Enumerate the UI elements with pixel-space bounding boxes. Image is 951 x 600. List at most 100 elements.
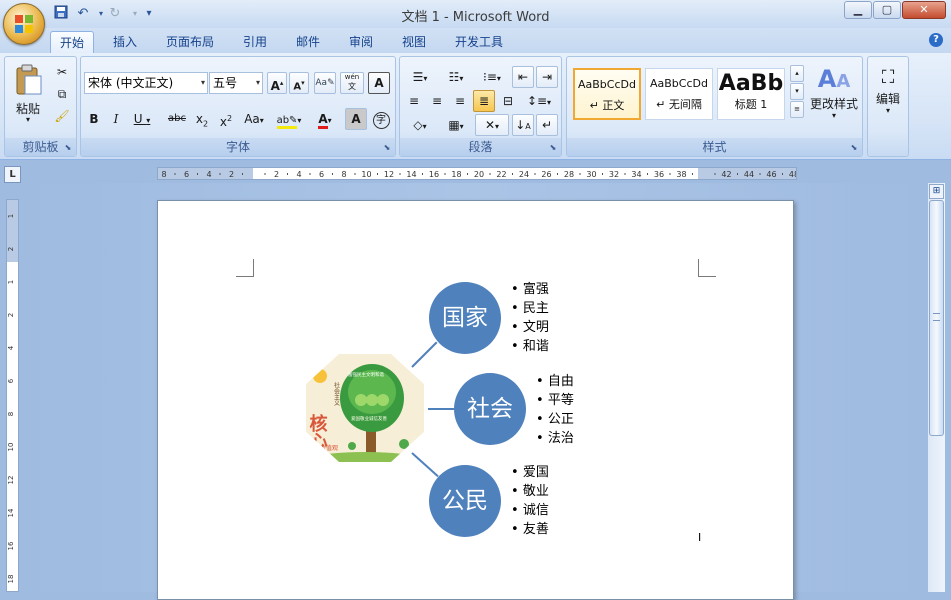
node-country[interactable]: 国家 — [429, 282, 501, 354]
styles-group-label: 样式 — [567, 138, 862, 156]
copy-icon[interactable]: ⧉ — [51, 83, 73, 105]
paste-icon — [13, 64, 43, 96]
change-styles-button[interactable]: AA 更改样式 ▾ — [807, 63, 861, 131]
styles-scroll-up-icon[interactable]: ▴ — [790, 65, 804, 82]
paste-dropdown-icon[interactable]: ▾ — [10, 116, 46, 124]
list-item: 诚信 — [511, 501, 549, 520]
font-name-select[interactable]: 宋体 (中文正文)▾ — [84, 72, 208, 94]
increase-indent-icon[interactable]: ⇥ — [536, 66, 558, 88]
tab-page-layout[interactable]: 页面布局 — [157, 31, 223, 53]
style-no-spacing-sample: AaBbCcDd — [646, 77, 712, 90]
paragraph-launcher-icon[interactable]: ⬊ — [548, 143, 558, 153]
shrink-font-icon[interactable]: A▾ — [289, 72, 309, 94]
ruler-tick-label: 10 — [361, 170, 371, 179]
font-color-icon[interactable]: A▾ — [309, 108, 341, 130]
list-item: 爱国 — [511, 463, 549, 482]
styles-more-icon[interactable]: ≡ — [790, 101, 804, 118]
editing-button[interactable]: ⛶ 编辑 ▾ — [870, 63, 906, 131]
grow-font-icon[interactable]: A▴ — [267, 72, 287, 94]
ribbon: 粘贴 ▾ ✂ ⧉ 🖌 剪贴板 ⬊ 宋体 (中文正文)▾ 五号▾ A▴ A▾ Aa… — [0, 53, 951, 160]
borders-icon[interactable]: ▦▾ — [439, 114, 473, 136]
node-society[interactable]: 社会 — [454, 373, 526, 445]
title-bar: ↶ ▾ ↻ ▾ ▾ 文档 1 - Microsoft Word ▁ ▢ ✕ — [0, 0, 951, 28]
tab-selector-icon[interactable]: L — [4, 166, 21, 183]
justify-icon[interactable]: ≣ — [473, 90, 495, 112]
font-size-select[interactable]: 五号▾ — [209, 72, 263, 94]
phonetic-guide-icon[interactable]: wén文 — [340, 72, 364, 94]
editing-label: 编辑 — [871, 92, 905, 106]
styles-launcher-icon[interactable]: ⬊ — [849, 143, 859, 153]
sort-icon[interactable]: ↓A — [512, 114, 534, 136]
tab-references[interactable]: 引用 — [234, 31, 276, 53]
node-citizen[interactable]: 公民 — [429, 465, 501, 537]
change-case-icon[interactable]: Aa▾ — [239, 108, 269, 130]
connector-line-middle — [428, 408, 454, 410]
paste-button[interactable]: 粘贴 ▾ — [9, 61, 47, 129]
style-no-spacing[interactable]: AaBbCcDd ↵ 无间隔 — [645, 68, 713, 120]
multilevel-list-icon[interactable]: ⁝≡▾ — [475, 66, 509, 88]
list-item: 自由 — [536, 372, 574, 391]
styles-group: AaBbCcDd ↵ 正文 AaBbCcDd ↵ 无间隔 AaBb 标题 1 ▴… — [566, 56, 863, 157]
tab-home[interactable]: 开始 — [50, 31, 94, 53]
align-center-icon[interactable]: ≡ — [426, 90, 448, 112]
align-right-icon[interactable]: ≡ — [449, 90, 471, 112]
underline-icon[interactable]: U ▾ — [128, 108, 156, 130]
format-painter-icon[interactable]: 🖌 — [51, 105, 73, 127]
align-left-icon[interactable]: ≡ — [403, 90, 425, 112]
help-icon[interactable]: ? — [929, 33, 943, 47]
decrease-indent-icon[interactable]: ⇤ — [512, 66, 534, 88]
style-no-spacing-name: ↵ 无间隔 — [646, 96, 712, 112]
ruler-tick-label: 14 — [406, 170, 416, 179]
bullets-citizen: 爱国 敬业 诚信 友善 — [511, 463, 549, 539]
image-tree-top-text: 富强民主文明和谐 — [348, 371, 384, 378]
vertical-ruler[interactable]: 12124681012141618 — [6, 199, 19, 592]
horizontal-ruler-ticks: 8642246810121416182022242628303234363842… — [158, 168, 796, 179]
maximize-button[interactable]: ▢ — [873, 1, 901, 19]
superscript-icon[interactable]: x2 — [215, 108, 237, 130]
tab-insert[interactable]: 插入 — [104, 31, 146, 53]
show-marks-icon[interactable]: ↵ — [536, 114, 558, 136]
tab-review[interactable]: 审阅 — [340, 31, 382, 53]
style-normal[interactable]: AaBbCcDd ↵ 正文 — [573, 68, 641, 120]
enclose-characters-icon[interactable]: 字 — [370, 108, 392, 130]
style-normal-name: ↵ 正文 — [575, 97, 639, 113]
ruler-toggle-icon[interactable]: ⊞ — [929, 184, 944, 199]
ruler-tick-label: 14 — [7, 508, 15, 517]
tab-view[interactable]: 视图 — [393, 31, 435, 53]
subscript-icon[interactable]: x2 — [191, 108, 213, 130]
cut-icon[interactable]: ✂ — [51, 61, 73, 83]
character-shading-icon[interactable]: A — [345, 108, 367, 130]
clipboard-launcher-icon[interactable]: ⬊ — [63, 143, 73, 153]
scrollbar-thumb[interactable] — [929, 200, 944, 436]
bold-icon[interactable]: B — [84, 108, 104, 130]
ruler-tick-label: 1 — [7, 214, 15, 218]
tab-mailings[interactable]: 邮件 — [287, 31, 329, 53]
strikethrough-icon[interactable]: abc — [165, 108, 189, 130]
ruler-tick-label: 42 — [721, 170, 731, 179]
margin-mark-top-right — [698, 259, 716, 277]
character-border-icon[interactable]: A — [368, 72, 390, 94]
line-spacing-icon[interactable]: ↕≡▾ — [522, 90, 556, 112]
clear-formatting-icon[interactable]: Aa✎ — [314, 72, 336, 94]
tab-developer[interactable]: 开发工具 — [446, 31, 512, 53]
editing-dropdown-icon[interactable]: ▾ — [871, 106, 905, 116]
close-button[interactable]: ✕ — [902, 1, 946, 19]
style-heading-1[interactable]: AaBb 标题 1 — [717, 68, 785, 120]
chinese-layout-icon[interactable]: ✕▾ — [475, 114, 509, 136]
highlight-icon[interactable]: ab✎▾ — [273, 108, 305, 130]
ruler-tick-label: 4 — [296, 170, 301, 179]
font-launcher-icon[interactable]: ⬊ — [382, 143, 392, 153]
change-styles-dropdown-icon[interactable]: ▾ — [808, 111, 860, 121]
horizontal-ruler[interactable]: 8642246810121416182022242628303234363842… — [157, 167, 797, 180]
minimize-button[interactable]: ▁ — [844, 1, 872, 19]
distributed-icon[interactable]: ⊟ — [497, 90, 519, 112]
office-button[interactable] — [3, 3, 45, 45]
styles-scroll-down-icon[interactable]: ▾ — [790, 83, 804, 100]
italic-icon[interactable]: I — [106, 108, 126, 130]
list-item: 民主 — [511, 299, 549, 318]
core-values-image[interactable]: 核心 社会主义 价值观 富强民主文明和谐 爱国敬业诚信友善 — [306, 354, 424, 462]
shading-icon[interactable]: ◇▾ — [403, 114, 437, 136]
bullets-country: 富强 民主 文明 和谐 — [511, 280, 549, 356]
bullets-icon[interactable]: ☰▾ — [403, 66, 437, 88]
numbering-icon[interactable]: ☷▾ — [439, 66, 473, 88]
